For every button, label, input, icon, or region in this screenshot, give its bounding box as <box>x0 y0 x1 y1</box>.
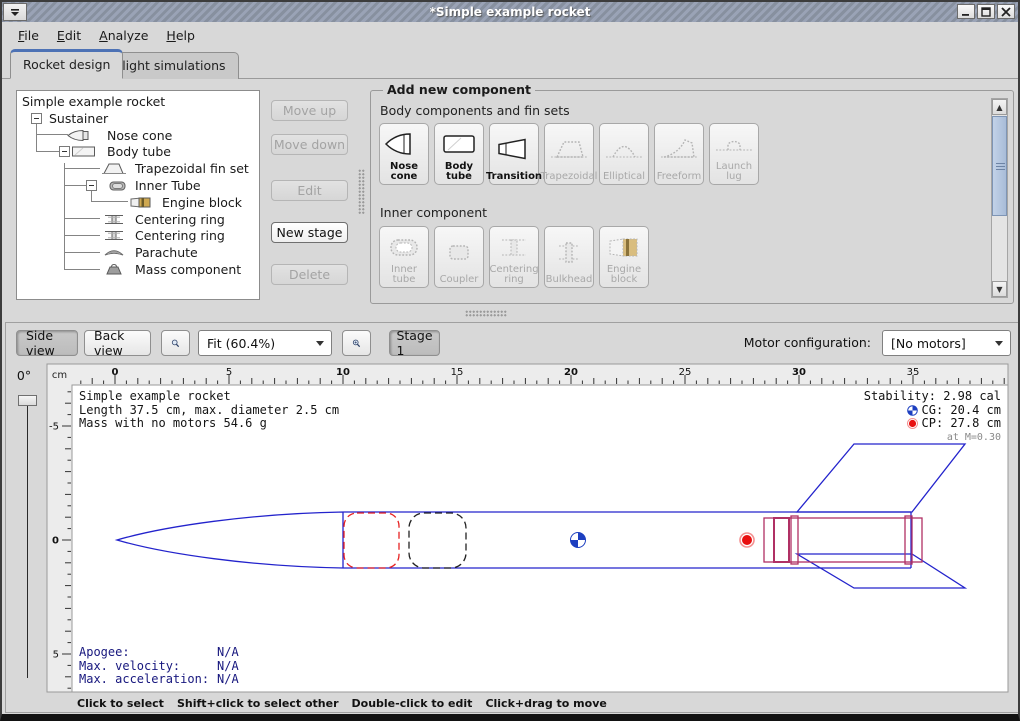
flight-data-value: N/A <box>217 660 239 674</box>
cp-icon <box>907 418 918 429</box>
flight-data-row: Apogee:N/A <box>79 646 239 660</box>
svg-text:30: 30 <box>792 367 806 378</box>
flight-data-row: Max. acceleration:N/A <box>79 673 239 687</box>
status-hint: Click+drag to move <box>485 697 606 710</box>
svg-text:20: 20 <box>564 367 578 378</box>
cg-icon <box>907 405 918 416</box>
flight-data-summary: Apogee:N/AMax. velocity:N/AMax. accelera… <box>79 646 239 687</box>
cp-value: CP: 27.8 cm <box>922 417 1001 431</box>
status-hint: Click to select <box>77 697 164 710</box>
flight-data-value: N/A <box>217 646 239 660</box>
cg-value: CG: 20.4 cm <box>922 404 1001 418</box>
rotation-slider-track[interactable] <box>27 406 28 678</box>
svg-text:15: 15 <box>451 367 464 378</box>
status-hint: Double-click to edit <box>352 697 473 710</box>
status-hint: Shift+click to select other <box>177 697 339 710</box>
ruler-unit-label: cm <box>52 370 67 381</box>
rotation-slider-handle[interactable] <box>18 395 37 406</box>
cp-marker <box>740 533 754 547</box>
stability-condition: at M=0.30 <box>864 431 1001 445</box>
svg-text:35: 35 <box>907 367 920 378</box>
svg-text:0: 0 <box>112 367 119 378</box>
rotation-angle-label: 0° <box>8 368 40 383</box>
tab-rocket-design[interactable]: Rocket design <box>10 49 123 79</box>
stability-info: Stability: 2.98 cal CG: 20.4 cm CP: 27.8… <box>864 390 1001 444</box>
flight-data-label: Max. acceleration: <box>79 673 217 687</box>
svg-text:25: 25 <box>679 367 692 378</box>
status-hints: Click to select Shift+click to select oth… <box>77 697 607 710</box>
rocket-info-line: Simple example rocket <box>79 390 339 404</box>
flight-data-value: N/A <box>217 673 239 687</box>
svg-text:-5: -5 <box>49 422 59 433</box>
svg-text:5: 5 <box>226 367 232 378</box>
rocket-info-line: Mass with no motors 54.6 g <box>79 417 339 431</box>
flight-data-row: Max. velocity:N/A <box>79 660 239 674</box>
flight-data-label: Apogee: <box>79 646 217 660</box>
openrocket-window: *Simple example rocket FileEditAnalyzeHe… <box>0 0 1020 721</box>
svg-text:10: 10 <box>336 367 350 378</box>
svg-text:5: 5 <box>53 650 59 661</box>
flight-data-label: Max. velocity: <box>79 660 217 674</box>
rocket-info-text: Simple example rocketLength 37.5 cm, max… <box>79 390 339 431</box>
cg-marker <box>571 533 586 548</box>
stability-value: Stability: 2.98 cal <box>864 390 1001 404</box>
svg-text:0: 0 <box>52 536 59 547</box>
rocket-info-line: Length 37.5 cm, max. diameter 2.5 cm <box>79 404 339 418</box>
rocket-figure[interactable]: cm 0 5 10 15 20 25 30 35 -5 0 5 <box>2 2 1020 721</box>
